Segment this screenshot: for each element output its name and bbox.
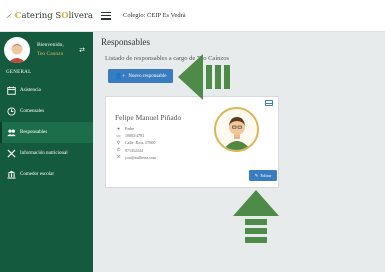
detail-row-address: ⚲ Calle: Boss, 07800 <box>116 139 156 146</box>
section-label: GENERAL <box>6 70 32 75</box>
sidebar-item-label: Asistencia <box>20 88 41 93</box>
responsible-photo <box>214 107 259 152</box>
sidebar: Catering SOlivera Bienvenido, Teo Caonzo… <box>0 0 93 272</box>
sidebar-item-label: Responsables <box>20 130 48 135</box>
detail-row-id: ▭ 10083/4783 <box>116 132 145 139</box>
sidebar-item-label: Información nutricional <box>20 151 68 156</box>
add-user-icon: 👤+ <box>114 73 126 80</box>
responsible-name: Felipe Manuel Piñado <box>115 113 182 122</box>
sidebar-item-label: Comedor escolar <box>20 172 55 177</box>
page-title: Responsables <box>101 37 150 47</box>
phone-icon: ✆ <box>116 147 121 153</box>
sidebar-item-asistencia[interactable]: Asistencia <box>0 80 93 101</box>
person-avatar-image <box>222 117 251 150</box>
cutlery-icon <box>6 149 16 159</box>
edit-label: Editar <box>260 173 272 178</box>
swap-icon[interactable]: ⇄ <box>79 46 85 54</box>
user-icon: ● <box>117 126 120 132</box>
user-profile: Bienvenido, Teo Caonzo ⇄ <box>0 32 93 68</box>
detail-row-relation: ● Padre <box>117 126 135 132</box>
responsible-details: ● Padre ▭ 10083/4783 ⚲ Calle: Boss, 07800 ✆… <box>116 125 156 161</box>
left-arrow-annotation-icon <box>178 54 230 100</box>
user-name: Teo Caonzo <box>37 51 64 57</box>
sidebar-item-label: Comensales <box>20 109 45 114</box>
olive-branch-icon <box>6 13 12 18</box>
brand-name: Catering SOlivera <box>14 10 93 21</box>
id-card-icon: ▭ <box>116 132 121 138</box>
map-pin-icon: ⚲ <box>116 139 121 145</box>
new-responsible-label: Nuevo responsable <box>128 73 167 79</box>
sidebar-item-comedor-escolar[interactable]: Comedor escolar <box>0 164 93 185</box>
edit-button[interactable]: ✎ Editar <box>249 170 277 181</box>
sidebar-item-informacion-nutricional[interactable]: Información nutricional <box>0 143 93 164</box>
sidebar-item-responsables[interactable]: Responsables <box>0 122 93 143</box>
card-toggle-icon[interactable] <box>265 100 273 106</box>
users-icon <box>6 128 16 138</box>
detail-row-email: ✉ you@asilberta.com <box>116 154 157 160</box>
building-icon <box>6 170 16 180</box>
top-bar: Colegio: CEIP Es Vedrà <box>93 0 385 32</box>
sidebar-nav: Asistencia Comensales Responsables Infor… <box>0 80 93 185</box>
detail-row-phone: ✆ 971452244 <box>116 147 143 153</box>
new-responsible-button[interactable]: 👤+ Nuevo responsable <box>108 69 173 83</box>
clock-icon <box>6 107 16 117</box>
sidebar-item-comensales[interactable]: Comensales <box>0 101 93 122</box>
brand-logo[interactable]: Catering SOlivera <box>0 0 93 32</box>
avatar <box>4 37 30 63</box>
hamburger-menu-icon[interactable] <box>101 11 111 20</box>
responsible-card: Felipe Manuel Piñado ● Padre ▭ 10083/4783 … <box>105 96 279 188</box>
welcome-text: Bienvenido, <box>37 42 64 48</box>
up-arrow-annotation-icon <box>233 190 279 243</box>
school-name: Colegio: CEIP Es Vedrà <box>123 12 186 19</box>
pencil-icon: ✎ <box>254 172 259 178</box>
avatar-image <box>8 43 26 63</box>
mail-icon: ✉ <box>116 154 121 160</box>
calendar-icon <box>6 86 16 96</box>
